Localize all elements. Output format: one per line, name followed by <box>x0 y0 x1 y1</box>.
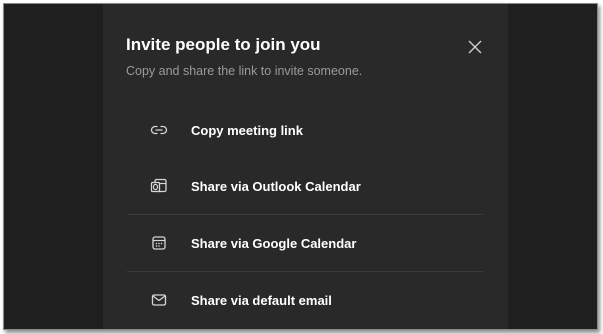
app-window: Invite people to join you Copy and share… <box>3 3 598 330</box>
link-icon <box>149 120 169 140</box>
copy-meeting-link-option[interactable]: Copy meeting link <box>127 102 483 158</box>
mail-icon <box>149 290 169 310</box>
invite-dialog: Invite people to join you Copy and share… <box>103 4 508 329</box>
outlook-calendar-icon <box>149 176 169 196</box>
calendar-icon <box>149 233 169 253</box>
share-outlook-calendar-option[interactable]: Share via Outlook Calendar <box>127 158 483 215</box>
close-icon <box>468 40 482 54</box>
close-button[interactable] <box>464 36 486 58</box>
option-label: Share via Outlook Calendar <box>191 178 361 194</box>
option-label: Copy meeting link <box>191 122 303 138</box>
share-default-email-option[interactable]: Share via default email <box>127 272 483 328</box>
dialog-subtitle: Copy and share the link to invite someon… <box>126 64 363 78</box>
dialog-title: Invite people to join you <box>126 35 321 54</box>
option-label: Share via default email <box>191 292 332 308</box>
share-options-list: Copy meeting link Share via Outlook Cale… <box>127 102 483 328</box>
option-label: Share via Google Calendar <box>191 235 357 251</box>
share-google-calendar-option[interactable]: Share via Google Calendar <box>127 215 483 272</box>
